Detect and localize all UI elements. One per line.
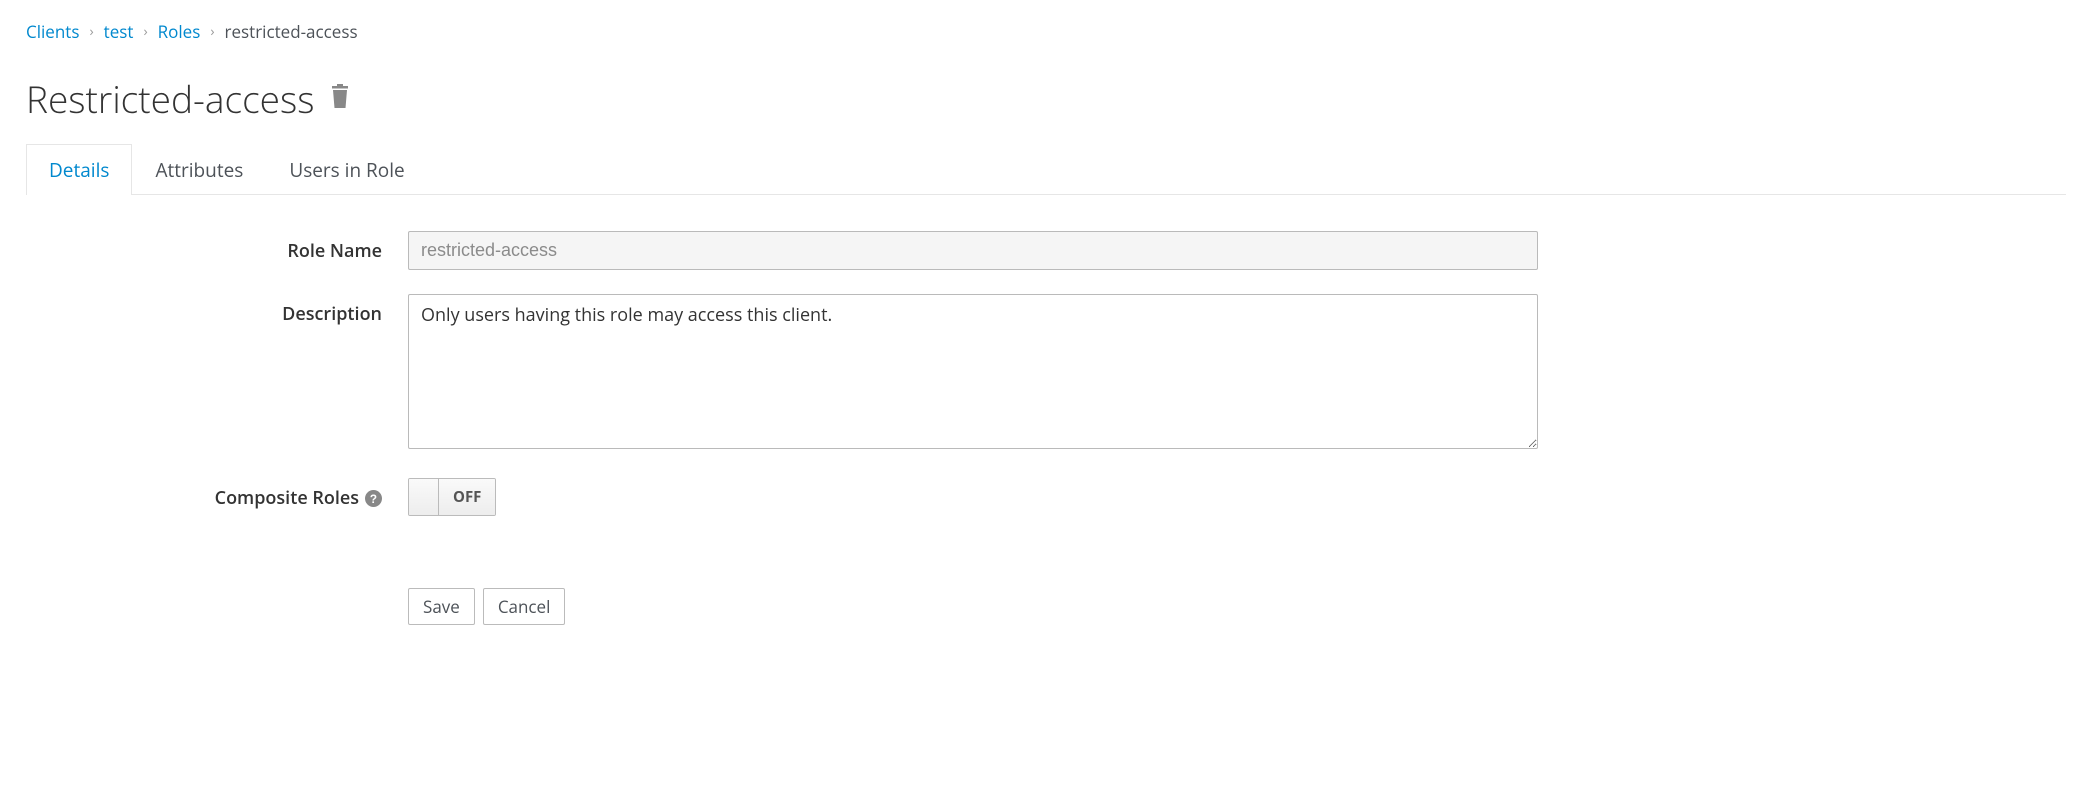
chevron-right-icon: ›	[89, 22, 93, 41]
details-form: Role Name Description Composite Roles ? …	[26, 231, 2066, 625]
toggle-state-label: OFF	[439, 479, 495, 515]
page-title: Restricted-access	[26, 73, 314, 124]
trash-icon[interactable]	[328, 83, 352, 114]
composite-roles-toggle[interactable]: OFF	[408, 478, 496, 516]
composite-roles-label: Composite Roles ?	[26, 478, 408, 510]
chevron-right-icon: ›	[143, 22, 147, 41]
breadcrumb-clients[interactable]: Clients	[26, 20, 79, 43]
composite-roles-label-text: Composite Roles	[215, 486, 359, 510]
breadcrumb-test[interactable]: test	[104, 20, 134, 43]
tabs: Details Attributes Users in Role	[26, 144, 2066, 195]
role-name-input	[408, 231, 1538, 270]
tab-users-in-role[interactable]: Users in Role	[266, 144, 427, 195]
tab-attributes[interactable]: Attributes	[132, 144, 266, 195]
breadcrumb-current: restricted-access	[225, 20, 358, 43]
help-icon[interactable]: ?	[365, 490, 382, 507]
svg-text:?: ?	[370, 492, 377, 505]
form-group-description: Description	[26, 294, 2066, 454]
page-header: Restricted-access	[26, 73, 2066, 124]
toggle-handle	[409, 479, 439, 515]
description-textarea[interactable]	[408, 294, 1538, 449]
save-button[interactable]: Save	[408, 588, 475, 625]
tab-details[interactable]: Details	[26, 144, 132, 195]
form-group-composite-roles: Composite Roles ? OFF	[26, 478, 2066, 520]
form-actions-row: Save Cancel	[26, 544, 2066, 625]
breadcrumb: Clients › test › Roles › restricted-acce…	[26, 20, 2066, 43]
breadcrumb-roles[interactable]: Roles	[158, 20, 201, 43]
cancel-button[interactable]: Cancel	[483, 588, 566, 625]
form-group-role-name: Role Name	[26, 231, 2066, 270]
role-name-label: Role Name	[26, 231, 408, 263]
chevron-right-icon: ›	[210, 22, 214, 41]
description-label: Description	[26, 294, 408, 326]
